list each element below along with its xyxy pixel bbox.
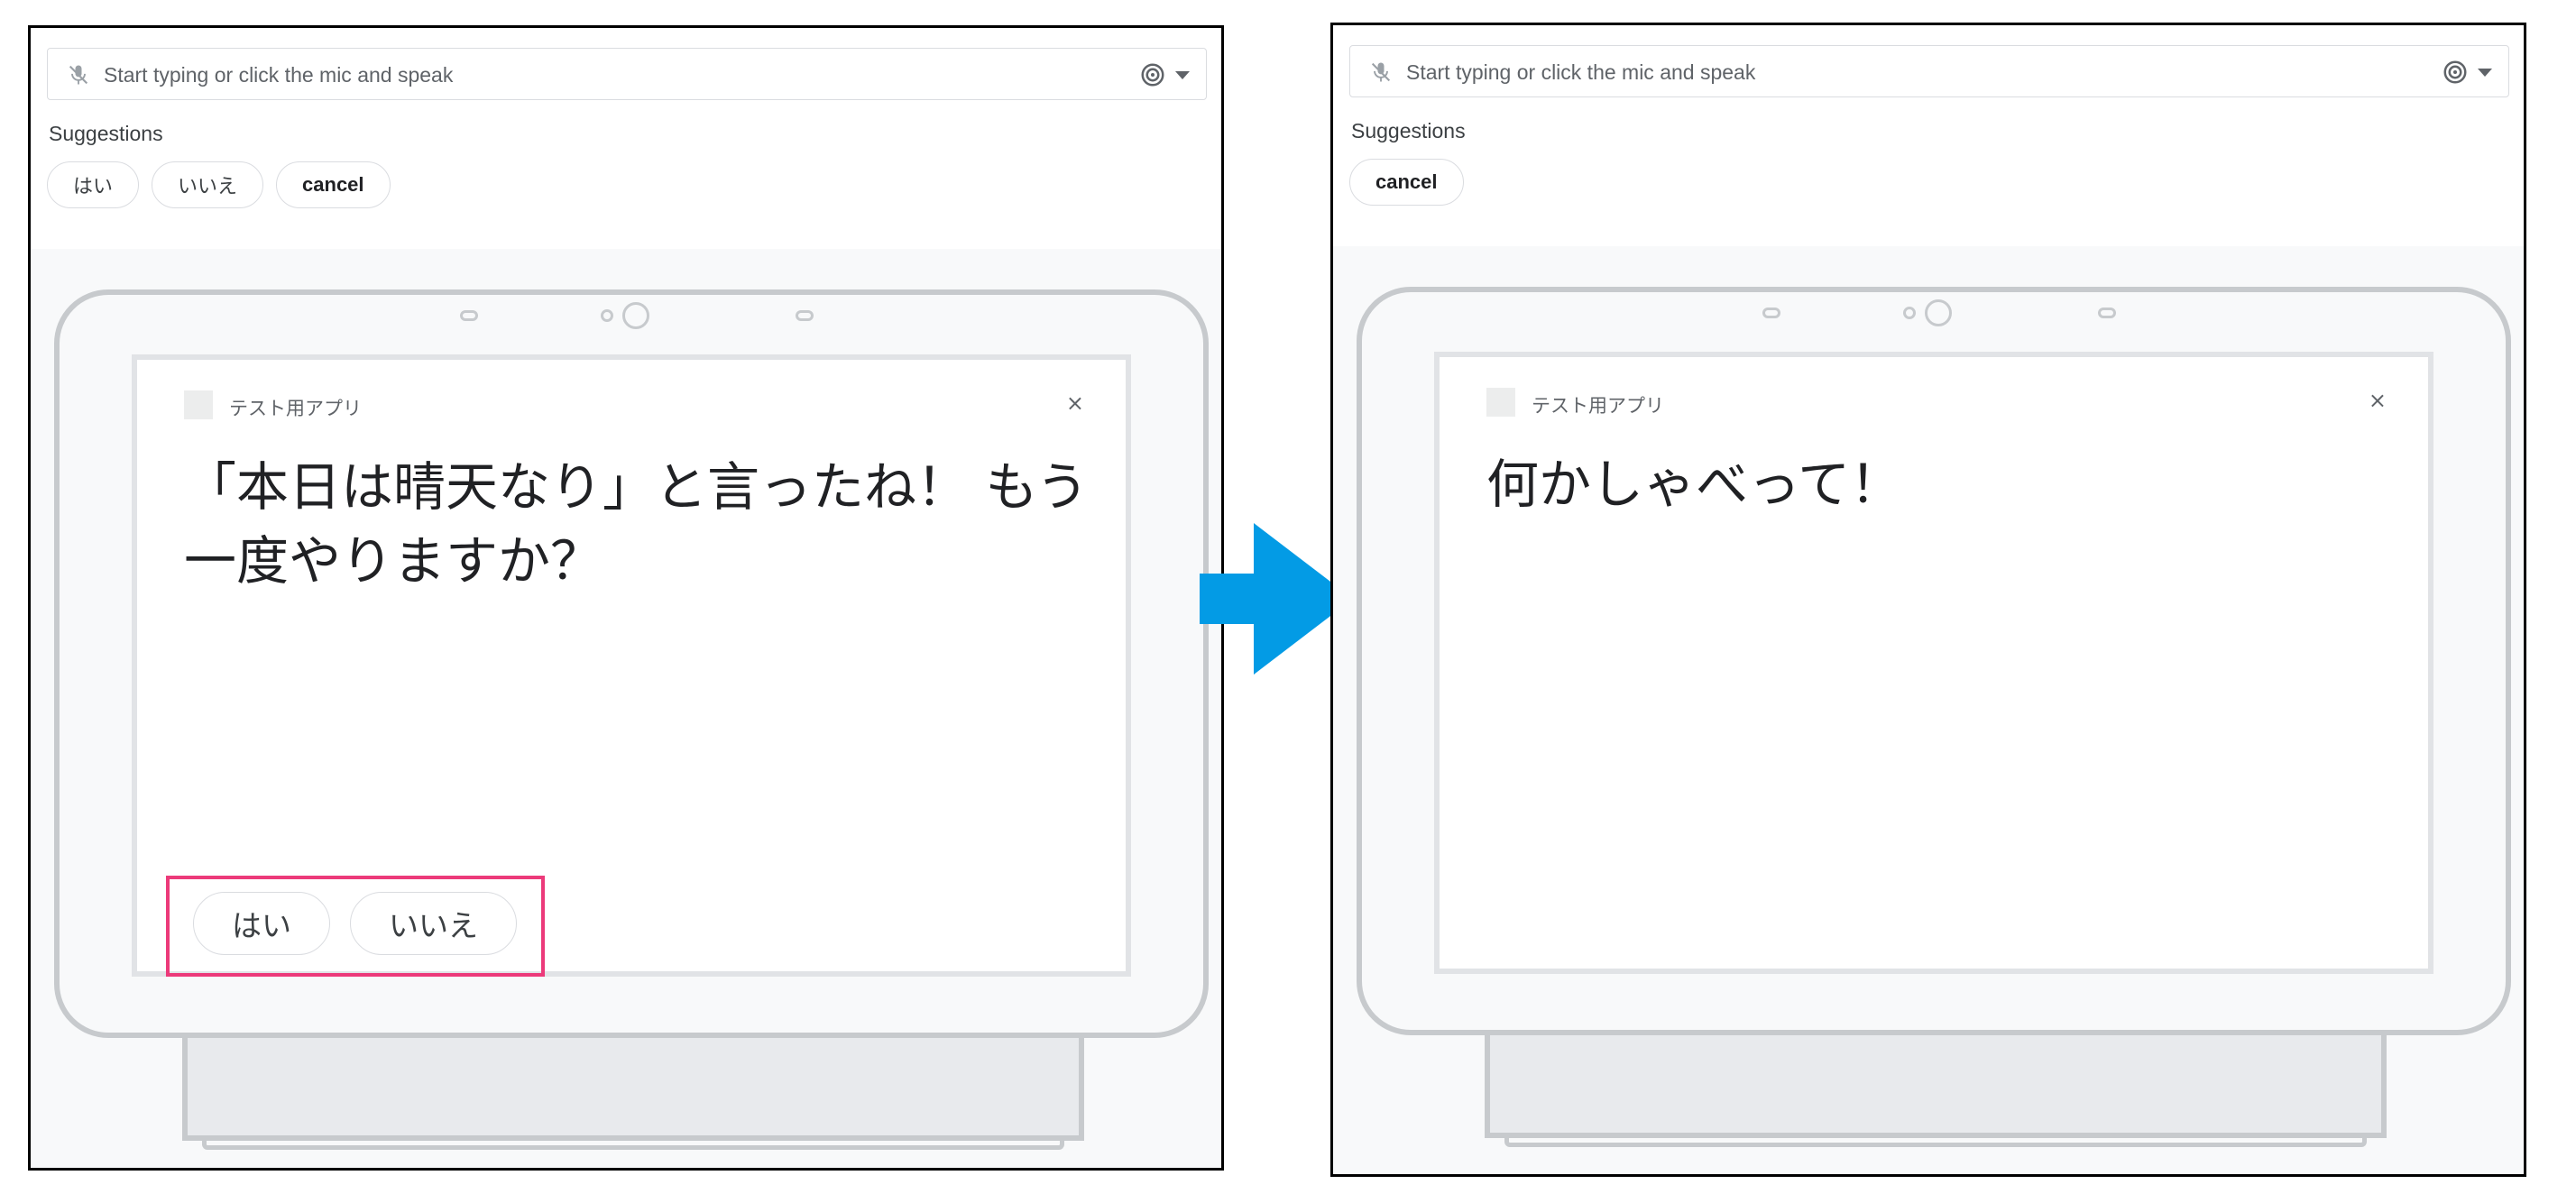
- mic-off-icon[interactable]: [66, 61, 91, 88]
- smart-display-frame: テスト用アプリ × 何かしゃべって！: [1357, 287, 2511, 1035]
- smart-display-frame: テスト用アプリ × 「本日は晴天なり」と言ったね！ もう一度やりますか？ はい …: [54, 289, 1209, 1038]
- suggestion-chip-iie[interactable]: いいえ: [152, 161, 264, 208]
- sensor-right: [2098, 308, 2116, 318]
- sensor-left: [1762, 308, 1780, 318]
- sensor-dot: [601, 309, 613, 322]
- app-icon: [1486, 388, 1515, 417]
- sensor-right: [796, 310, 814, 321]
- suggestions-label: Suggestions: [49, 122, 163, 145]
- camera-lens: [1925, 299, 1952, 326]
- input-placeholder: Start typing or click the mic and speak: [104, 63, 454, 87]
- simulator-panel-before: Start typing or click the mic and speak …: [28, 25, 1224, 1171]
- close-icon[interactable]: ×: [2369, 388, 2387, 413]
- close-icon[interactable]: ×: [1066, 390, 1084, 416]
- simulator-panel-after: Start typing or click the mic and speak …: [1330, 23, 2526, 1177]
- dropdown-caret-icon[interactable]: [2478, 69, 2492, 77]
- suggestion-chip-hai[interactable]: はい: [47, 161, 140, 208]
- app-name: テスト用アプリ: [1532, 395, 1664, 417]
- display-screen: テスト用アプリ × 何かしゃべって！: [1434, 352, 2433, 974]
- device-stage: テスト用アプリ × 「本日は晴天なり」と言ったね！ もう一度やりますか？ はい …: [31, 249, 1221, 1168]
- suggestion-chips: cancel: [1349, 159, 1464, 206]
- app-icon: [184, 390, 213, 419]
- suggestions-label: Suggestions: [1351, 119, 1466, 142]
- response-message: 何かしゃべって！: [1486, 454, 1903, 515]
- sensor-left: [460, 310, 478, 321]
- suggestion-chip-cancel[interactable]: cancel: [1349, 159, 1464, 206]
- device-stage: テスト用アプリ × 何かしゃべって！: [1333, 246, 2524, 1174]
- suggestion-chips: はい いいえ cancel: [47, 161, 391, 208]
- app-name: テスト用アプリ: [229, 398, 362, 419]
- device-base: [1485, 1035, 2387, 1138]
- sensor-dot: [1903, 307, 1916, 319]
- query-input[interactable]: Start typing or click the mic and speak: [1349, 45, 2509, 97]
- mic-off-icon[interactable]: [1368, 59, 1394, 86]
- dropdown-caret-icon[interactable]: [1175, 71, 1190, 79]
- camera-lens: [622, 302, 649, 329]
- device-base-foot: [202, 1137, 1064, 1150]
- screen-chip-hai[interactable]: はい: [193, 892, 330, 955]
- device-base-foot: [1504, 1134, 2367, 1147]
- query-input[interactable]: Start typing or click the mic and speak: [47, 48, 1207, 100]
- screen-suggestion-chips: はい いいえ: [193, 892, 517, 955]
- input-placeholder: Start typing or click the mic and speak: [1406, 60, 1756, 84]
- assistant-icon[interactable]: [1139, 61, 1166, 88]
- response-message: 「本日は晴天なり」と言ったね！ もう一度やりますか？: [184, 456, 1089, 592]
- suggestion-chip-cancel[interactable]: cancel: [276, 161, 391, 208]
- device-base: [182, 1038, 1084, 1141]
- assistant-icon[interactable]: [2442, 59, 2469, 86]
- screen-chip-iie[interactable]: いいえ: [350, 892, 517, 955]
- display-screen: テスト用アプリ × 「本日は晴天なり」と言ったね！ もう一度やりますか？ はい …: [132, 354, 1131, 977]
